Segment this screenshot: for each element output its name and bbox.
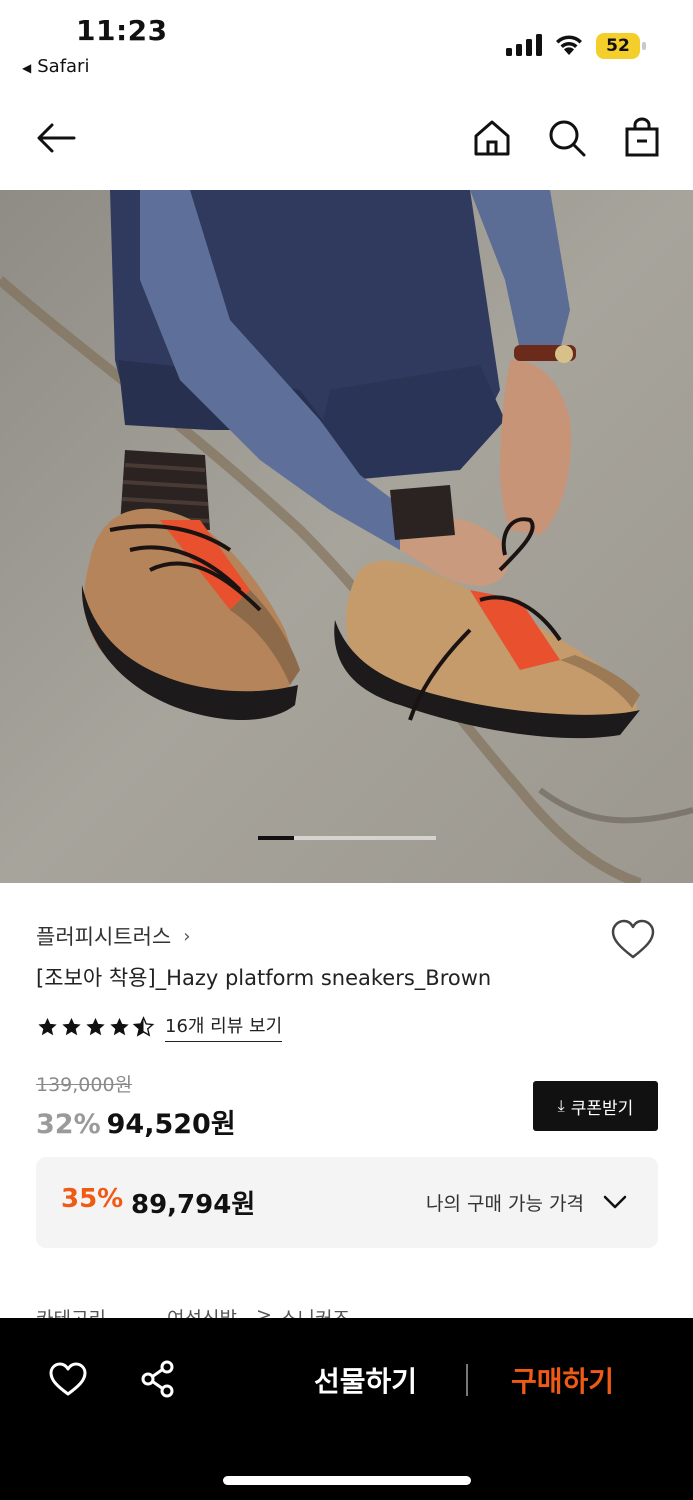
- star-icon: [38, 1017, 57, 1036]
- download-icon: ⤓: [557, 1096, 565, 1115]
- product-title: [조보아 착용]_Hazy platform sneakers_Brown: [36, 966, 492, 990]
- wishlist-heart-icon[interactable]: [610, 918, 656, 962]
- star-icon: [110, 1017, 129, 1036]
- coupon-download-button[interactable]: ⤓ 쿠폰받기: [533, 1081, 658, 1131]
- discount-rate: 32%: [36, 1109, 101, 1140]
- home-icon[interactable]: [470, 116, 514, 160]
- battery-tip: [642, 42, 646, 50]
- top-navigation: [0, 100, 693, 180]
- brand-link[interactable]: 플러피시트러스 ›: [36, 920, 190, 952]
- rating-stars: [36, 1016, 155, 1038]
- buy-button[interactable]: 구매하기: [511, 1360, 614, 1400]
- back-triangle-icon: ◀: [22, 61, 32, 75]
- back-arrow-icon[interactable]: [34, 116, 78, 160]
- search-icon[interactable]: [545, 116, 589, 160]
- carousel-indicator-active: [258, 836, 294, 840]
- chevron-right-icon: ›: [183, 925, 191, 947]
- star-icon: [86, 1017, 105, 1036]
- chevron-down-icon: [603, 1195, 627, 1209]
- best-price-value: 89,794원: [131, 1190, 256, 1220]
- product-photo: [0, 190, 693, 883]
- star-icon: [62, 1017, 81, 1036]
- best-price-label: 나의 구매 가능 가격: [426, 1193, 584, 1215]
- original-price: 139,000원: [36, 1074, 133, 1096]
- status-time: 11:23: [76, 14, 168, 47]
- gift-button[interactable]: 선물하기: [314, 1360, 417, 1400]
- half-star-icon: [132, 1016, 155, 1037]
- back-to-safari-link[interactable]: ◀ Safari: [22, 56, 89, 77]
- share-icon[interactable]: [138, 1359, 178, 1399]
- sale-price-row: 32% 94,520원: [36, 1102, 236, 1141]
- battery-level: 52: [606, 36, 630, 56]
- rating-row: 16개 리뷰 보기: [36, 1010, 283, 1044]
- heart-icon[interactable]: [48, 1361, 88, 1397]
- review-link[interactable]: 16개 리뷰 보기: [165, 1012, 283, 1042]
- product-image-carousel[interactable]: [0, 190, 693, 883]
- shopping-bag-icon[interactable]: [620, 116, 664, 160]
- carousel-indicator: [258, 836, 436, 840]
- my-best-price-panel[interactable]: 35% 89,794원 나의 구매 가능 가격: [36, 1157, 658, 1248]
- cellular-signal-icon: [506, 34, 542, 56]
- wifi-icon: [556, 35, 582, 55]
- button-divider: [466, 1364, 468, 1396]
- sale-price: 94,520원: [106, 1109, 236, 1140]
- best-price-rate: 35%: [61, 1184, 124, 1214]
- bottom-action-bar: 선물하기 구매하기: [0, 1318, 693, 1500]
- brand-name: 플러피시트러스: [36, 925, 172, 949]
- coupon-button-label: 쿠폰받기: [570, 1098, 634, 1119]
- battery-indicator: 52: [596, 33, 646, 59]
- home-indicator[interactable]: [223, 1476, 471, 1485]
- status-bar: 11:23 ◀ Safari 52: [0, 0, 693, 88]
- back-app-label: Safari: [37, 56, 90, 77]
